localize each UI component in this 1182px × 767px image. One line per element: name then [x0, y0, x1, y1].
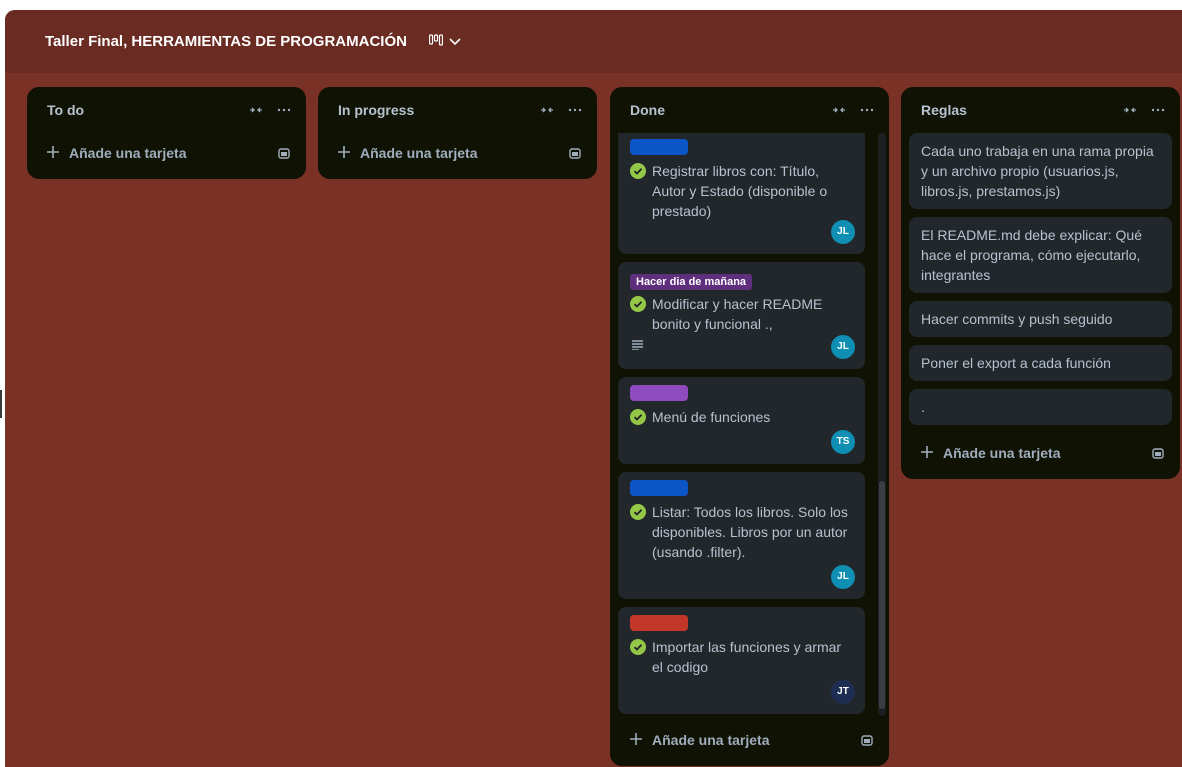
list-title[interactable]: In progress: [338, 102, 414, 118]
card-template-icon[interactable]: [855, 728, 879, 752]
avatar[interactable]: JL: [831, 220, 855, 244]
avatar[interactable]: JT: [831, 680, 855, 704]
card-label[interactable]: [630, 615, 688, 631]
more-icon[interactable]: [272, 98, 296, 122]
card-title: Importar las funciones y armar el codigo: [652, 639, 842, 675]
collapse-icon[interactable]: [1118, 98, 1142, 122]
add-card-label: Añade una tarjeta: [69, 145, 187, 161]
card-title: Listar: Todos los libros. Solo los dispo…: [652, 504, 848, 560]
add-card-label: Añade una tarjeta: [943, 445, 1061, 461]
list-header: To do: [27, 87, 306, 133]
description-icon: [632, 335, 644, 355]
card-title: Registrar libros con: Título, Autor y Es…: [652, 163, 828, 219]
card-label[interactable]: Hacer dia de mañana: [630, 274, 753, 290]
add-card-label: Añade una tarjeta: [652, 732, 770, 748]
list-reglas: Reglas Cada uno trabaja en una rama prop…: [901, 87, 1180, 479]
plus-icon: [921, 445, 933, 461]
card-title: Poner el export a cada función: [921, 355, 1111, 371]
card[interactable]: El README.md debe explicar: Qué hace el …: [909, 217, 1172, 293]
board-header: Taller Final, HERRAMIENTAS DE PROGRAMACI…: [5, 10, 1182, 73]
plus-icon: [338, 145, 350, 161]
scrollbar-thumb[interactable]: [879, 481, 885, 709]
app-window: Taller Final, HERRAMIENTAS DE PROGRAMACI…: [0, 0, 1182, 767]
checkmark-icon[interactable]: [630, 639, 646, 677]
collapse-icon[interactable]: [827, 98, 851, 122]
checkmark-icon[interactable]: [630, 409, 646, 430]
avatar[interactable]: JL: [831, 565, 855, 589]
more-icon[interactable]: [1146, 98, 1170, 122]
card-title: Menú de funciones: [652, 409, 771, 425]
checkmark-icon[interactable]: [630, 163, 646, 221]
checkmark-icon[interactable]: [630, 296, 646, 334]
card[interactable]: Registrar libros con: Título, Autor y Es…: [618, 133, 865, 254]
checkmark-icon[interactable]: [630, 504, 646, 562]
card-title: Cada uno trabaja en una rama propia y un…: [921, 143, 1154, 199]
card[interactable]: Cada uno trabaja en una rama propia y un…: [909, 133, 1172, 209]
list-title[interactable]: Reglas: [921, 102, 967, 118]
list-todo: To do Añade una tarjeta: [27, 87, 306, 179]
more-icon[interactable]: [855, 98, 879, 122]
card-title: Hacer commits y push seguido: [921, 311, 1113, 327]
collapse-icon[interactable]: [535, 98, 559, 122]
list-header: In progress: [318, 87, 597, 133]
add-card-row: Añade una tarjeta: [610, 720, 889, 760]
list-header: Done: [610, 87, 889, 133]
card[interactable]: Poner el export a cada función: [909, 345, 1172, 381]
scrollbar[interactable]: [878, 133, 886, 716]
collapse-icon[interactable]: [244, 98, 268, 122]
plus-icon: [630, 732, 642, 748]
card-template-icon[interactable]: [563, 141, 587, 165]
card[interactable]: Importar las funciones y armar el codigo…: [618, 607, 865, 714]
done-cards-scroll-area[interactable]: Registrar libros con: Título, Autor y Es…: [610, 133, 889, 716]
card-title: Modificar y hacer README bonito y funcio…: [652, 296, 823, 332]
list-done: Done Registrar libros con: Título, Autor…: [610, 87, 889, 766]
chevron-down-icon: [449, 33, 461, 51]
card-label[interactable]: [630, 385, 688, 401]
add-card-label: Añade una tarjeta: [360, 145, 478, 161]
board-view-icon: [428, 33, 444, 51]
card[interactable]: .: [909, 389, 1172, 425]
board-title[interactable]: Taller Final, HERRAMIENTAS DE PROGRAMACI…: [39, 29, 413, 54]
card-template-icon[interactable]: [1146, 441, 1170, 465]
list-title[interactable]: Done: [630, 102, 665, 118]
window-resize-handle[interactable]: [0, 390, 2, 418]
card[interactable]: Menú de funciones TS: [618, 377, 865, 464]
add-card-row: Añade una tarjeta: [318, 133, 597, 173]
card[interactable]: Hacer commits y push seguido: [909, 301, 1172, 337]
list-title[interactable]: To do: [47, 102, 84, 118]
card-title: .: [921, 399, 925, 415]
add-card-button[interactable]: Añade una tarjeta: [917, 441, 1064, 465]
add-card-row: Añade una tarjeta: [27, 133, 306, 173]
card[interactable]: Listar: Todos los libros. Solo los dispo…: [618, 472, 865, 599]
card-title: El README.md debe explicar: Qué hace el …: [921, 227, 1142, 283]
add-card-row: Añade una tarjeta: [901, 433, 1180, 473]
add-card-button[interactable]: Añade una tarjeta: [43, 141, 190, 165]
card-label[interactable]: [630, 139, 688, 155]
card-label[interactable]: [630, 480, 688, 496]
board: Taller Final, HERRAMIENTAS DE PROGRAMACI…: [5, 10, 1182, 767]
list-header: Reglas: [901, 87, 1180, 133]
list-in-progress: In progress Añade una tarjeta: [318, 87, 597, 179]
card[interactable]: Hacer dia de mañana Modificar y hacer RE…: [618, 262, 865, 369]
add-card-button[interactable]: Añade una tarjeta: [334, 141, 481, 165]
more-icon[interactable]: [563, 98, 587, 122]
card-template-icon[interactable]: [272, 141, 296, 165]
board-view-switcher[interactable]: [423, 29, 467, 55]
add-card-button[interactable]: Añade una tarjeta: [626, 728, 773, 752]
avatar[interactable]: JL: [831, 335, 855, 359]
plus-icon: [47, 145, 59, 161]
avatar[interactable]: TS: [831, 430, 855, 454]
